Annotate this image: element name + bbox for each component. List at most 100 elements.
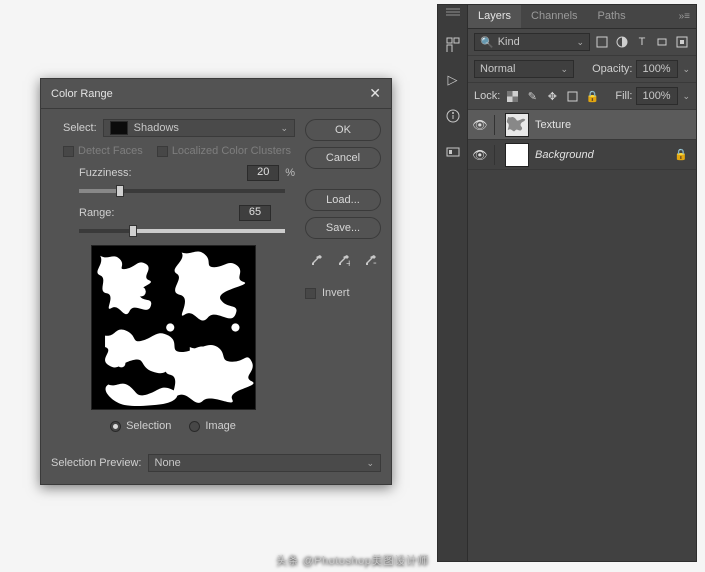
lock-label: Lock: <box>474 90 500 102</box>
slider-thumb-icon[interactable] <box>116 185 124 197</box>
panel-grip-icon[interactable] <box>446 11 460 13</box>
selection-preview-dropdown[interactable]: None ⌄ <box>148 454 382 472</box>
localized-clusters-checkbox: Localized Color Clusters <box>157 145 291 157</box>
opacity-label: Opacity: <box>592 63 632 75</box>
lock-pixels-icon[interactable]: ✎ <box>524 88 540 104</box>
panel-flyout-menu-icon[interactable]: »≡ <box>679 11 690 22</box>
svg-text:+: + <box>346 258 350 268</box>
history-tab-icon[interactable]: ▷ <box>444 71 462 89</box>
blend-opacity-row: Normal ⌄ Opacity: 100% ⌄ <box>468 56 696 83</box>
dialog-right-column: OK Cancel Load... Save... + - Invert <box>305 119 381 440</box>
layers-panel-main: Layers Channels Paths »≡ 🔍 Kind ⌄ T Norm… <box>468 5 696 561</box>
chevron-down-icon: ⌄ <box>366 458 374 469</box>
select-dropdown[interactable]: Shadows ⌄ <box>103 119 295 137</box>
filter-pixel-icon[interactable] <box>594 34 610 50</box>
blend-mode-value: Normal <box>480 63 515 75</box>
divider <box>494 115 495 135</box>
layer-thumbnail[interactable] <box>505 113 529 137</box>
eyedropper-subtract-icon[interactable]: - <box>360 251 381 271</box>
fill-label: Fill: <box>615 90 632 102</box>
lock-icon: 🔒 <box>674 148 688 161</box>
selection-preview[interactable] <box>91 245 256 410</box>
invert-checkbox[interactable]: Invert <box>305 287 381 299</box>
filter-kind-select[interactable]: 🔍 Kind ⌄ <box>474 33 590 51</box>
layer-row[interactable]: 👁 Background 🔒 <box>468 140 696 170</box>
filter-smart-icon[interactable] <box>674 34 690 50</box>
lock-transparency-icon[interactable] <box>504 88 520 104</box>
filter-adjustment-icon[interactable] <box>614 34 630 50</box>
selection-preview-value: None <box>155 457 181 469</box>
save-button[interactable]: Save... <box>305 217 381 239</box>
opacity-value: 100% <box>642 63 670 75</box>
invert-label: Invert <box>322 287 350 299</box>
detect-faces-label: Detect Faces <box>78 145 143 157</box>
panel-tabs: Layers Channels Paths »≡ <box>468 5 696 29</box>
range-label: Range: <box>79 207 114 219</box>
dialog-title: Color Range <box>51 88 113 100</box>
svg-text:-: - <box>373 257 377 268</box>
search-icon: 🔍 <box>480 36 494 49</box>
eyedropper-add-icon[interactable]: + <box>332 251 353 271</box>
checkbox-icon <box>305 288 316 299</box>
chevron-down-icon: ⌄ <box>280 123 288 134</box>
chevron-down-icon: ⌄ <box>576 37 584 48</box>
dialog-titlebar[interactable]: Color Range ✕ <box>41 79 391 109</box>
layer-thumbnail[interactable] <box>505 143 529 167</box>
radio-selection-label: Selection <box>126 420 171 432</box>
radio-icon <box>189 421 200 432</box>
layer-name[interactable]: Background <box>535 149 594 161</box>
opacity-field[interactable]: 100% <box>636 60 678 78</box>
visibility-toggle-icon[interactable]: 👁 <box>472 147 488 163</box>
load-button[interactable]: Load... <box>305 189 381 211</box>
fuzziness-slider[interactable] <box>79 189 285 193</box>
selection-preview-label: Selection Preview: <box>51 457 142 469</box>
ok-button[interactable]: OK <box>305 119 381 141</box>
lock-all-icon[interactable]: 🔒 <box>584 88 600 104</box>
cancel-button[interactable]: Cancel <box>305 147 381 169</box>
layer-name[interactable]: Texture <box>535 119 571 131</box>
eyedropper-icon[interactable] <box>305 251 326 271</box>
filter-kind-label: Kind <box>498 36 520 48</box>
fill-field[interactable]: 100% <box>636 87 678 105</box>
filter-type-icon[interactable]: T <box>634 34 650 50</box>
lock-fill-row: Lock: ✎ ✥ 🔒 Fill: 100% ⌄ <box>468 83 696 110</box>
select-label: Select: <box>63 122 97 134</box>
chevron-down-icon[interactable]: ⌄ <box>682 91 690 102</box>
fill-value: 100% <box>642 90 670 102</box>
slider-thumb-icon[interactable] <box>129 225 137 237</box>
tab-channels[interactable]: Channels <box>521 5 587 28</box>
tab-paths[interactable]: Paths <box>588 5 636 28</box>
panel-collapsed-tabs: ▷ <box>438 5 468 561</box>
properties-tab-icon[interactable] <box>444 35 462 53</box>
select-value: Shadows <box>134 122 179 134</box>
layer-row[interactable]: 👁 Texture <box>468 110 696 140</box>
visibility-toggle-icon[interactable]: 👁 <box>472 117 488 133</box>
tab-layers[interactable]: Layers <box>468 5 521 28</box>
range-input[interactable]: 65 <box>239 205 271 221</box>
detect-faces-checkbox: Detect Faces <box>63 145 143 157</box>
lock-artboard-icon[interactable] <box>564 88 580 104</box>
layers-list: 👁 Texture 👁 Background 🔒 <box>468 110 696 561</box>
actions-tab-icon[interactable] <box>444 143 462 161</box>
info-tab-icon[interactable] <box>444 107 462 125</box>
close-icon[interactable]: ✕ <box>369 85 381 102</box>
lock-position-icon[interactable]: ✥ <box>544 88 560 104</box>
shadows-swatch-icon <box>110 121 128 135</box>
filter-shape-icon[interactable] <box>654 34 670 50</box>
fuzziness-input[interactable]: 20 <box>247 165 279 181</box>
selection-preview-row: Selection Preview: None ⌄ <box>41 454 391 484</box>
preview-mode-image-radio[interactable]: Image <box>189 420 236 432</box>
fuzziness-label: Fuzziness: <box>79 167 132 179</box>
radio-icon <box>110 421 121 432</box>
checkbox-icon <box>157 146 168 157</box>
attribution-text: 头条 @Photoshop美图设计师 <box>276 552 429 568</box>
color-range-dialog: Color Range ✕ Select: Shadows ⌄ Detect F… <box>40 78 392 485</box>
chevron-down-icon[interactable]: ⌄ <box>682 64 690 75</box>
range-slider[interactable] <box>79 229 285 233</box>
chevron-down-icon: ⌄ <box>560 64 568 75</box>
percent-label: % <box>285 167 295 179</box>
checkbox-icon <box>63 146 74 157</box>
filter-type-icons: T <box>594 34 690 50</box>
preview-mode-selection-radio[interactable]: Selection <box>110 420 171 432</box>
blend-mode-select[interactable]: Normal ⌄ <box>474 60 574 78</box>
